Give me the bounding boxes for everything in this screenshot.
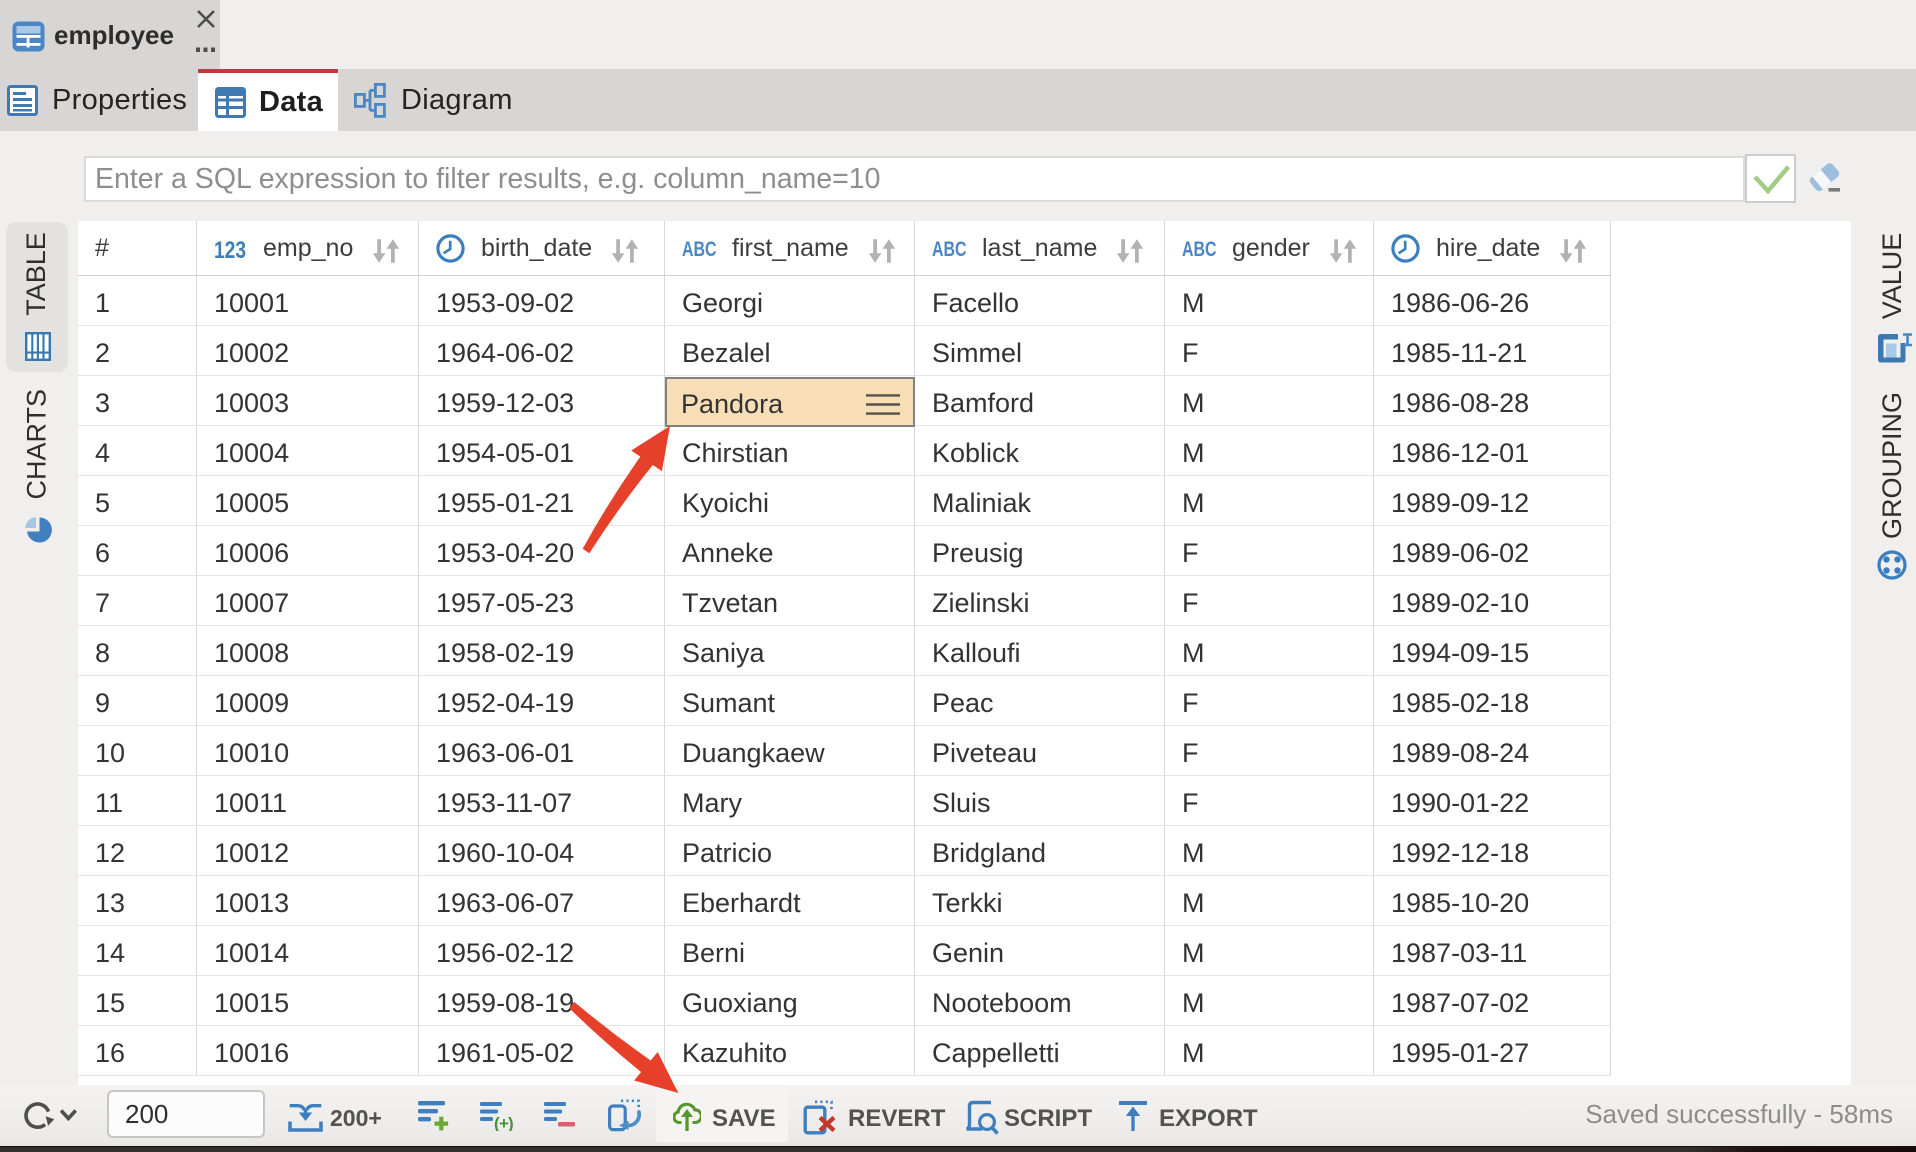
svg-text:): ) (508, 1114, 514, 1131)
